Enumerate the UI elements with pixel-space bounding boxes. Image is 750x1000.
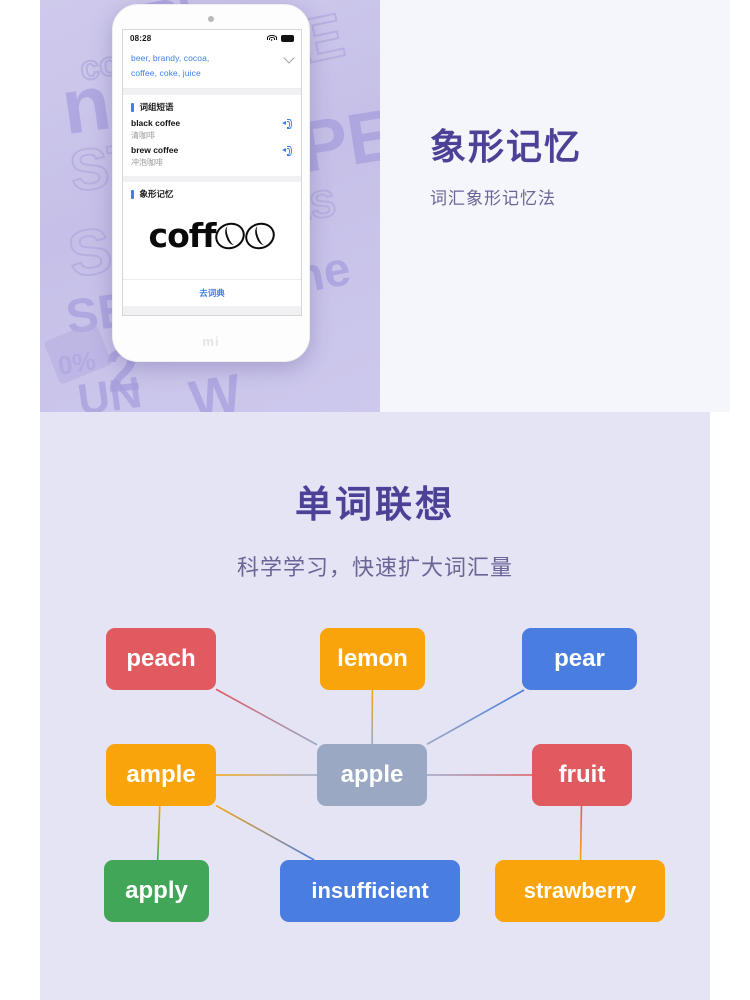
phrases-heading: 词组短语: [131, 101, 293, 113]
graph-node-label: lemon: [337, 645, 408, 672]
phrase-english: brew coffee: [131, 145, 179, 155]
graph-node-strawberry[interactable]: strawberry: [495, 860, 665, 922]
word-association-graph: peach lemon pear ample apple fruit apply insuff…: [40, 412, 710, 1000]
graph-node-label: insufficient: [311, 878, 429, 903]
phrases-heading-label: 词组短语: [139, 102, 174, 112]
graph-node-label: apply: [125, 877, 188, 904]
status-icons: [266, 34, 294, 42]
graph-node-fruit[interactable]: fruit: [532, 744, 632, 806]
graph-node-lemon[interactable]: lemon: [320, 628, 425, 690]
graph-node-ample[interactable]: ample: [106, 744, 216, 806]
phrase-chinese: 冲泡咖啡: [131, 158, 163, 167]
pictographic-headline-block: 象形记忆 词汇象形记忆法: [430, 118, 730, 209]
graph-node-apply[interactable]: apply: [104, 860, 209, 922]
coffee-word-prefix: coff: [148, 216, 217, 255]
graph-edge: [156, 805, 161, 861]
page-subtitle: 词汇象形记忆法: [430, 189, 556, 208]
graph-node-apple[interactable]: apple: [317, 744, 427, 806]
section-accent-bar: [131, 189, 134, 199]
graph-node-label: strawberry: [523, 878, 637, 903]
pictographic-heading: 象形记忆: [131, 188, 293, 200]
speaker-icon[interactable]: [282, 145, 293, 156]
phone-mockup: 08:28 beer, brandy, cocoa, coffee, coke,…: [112, 4, 310, 362]
coffee-bean-icon: [211, 218, 250, 253]
wifi-icon: [266, 34, 277, 42]
phrases-card: 词组短语 black coffee 清咖啡 brew coffee 冲泡咖啡: [123, 95, 301, 176]
mi-logo: mi: [202, 334, 220, 349]
section-word-association: 单词联想 科学学习，快速扩大词汇量 peach lemon pear ample app…: [40, 412, 710, 1000]
status-time: 08:28: [130, 33, 152, 43]
coffee-bean-icon: [241, 218, 280, 253]
graph-edge: [215, 688, 318, 746]
graph-node-label: peach: [126, 645, 196, 672]
related-words-line-1: beer, brandy, cocoa,: [131, 53, 210, 63]
section-accent-bar: [131, 102, 134, 112]
section-pictographic-memory: PL coas nu ST SAU SER 0% 2 UN W RE PPE F…: [40, 0, 730, 412]
pictographic-card: 象形记忆 coff: [123, 182, 301, 279]
phrase-chinese: 清咖啡: [131, 131, 155, 140]
phrase-row[interactable]: black coffee: [131, 118, 293, 129]
phrase-english: black coffee: [131, 118, 181, 128]
graph-node-pear[interactable]: pear: [522, 628, 637, 690]
graph-node-label: pear: [554, 645, 605, 672]
graph-node-label: apple: [340, 761, 404, 788]
graph-edge: [215, 804, 315, 861]
graph-node-insufficient[interactable]: insufficient: [280, 860, 460, 922]
graph-edge: [426, 689, 525, 745]
pattern-glyph: W: [185, 363, 246, 412]
phone-screen: 08:28 beer, brandy, cocoa, coffee, coke,…: [122, 29, 302, 316]
page-title: 象形记忆: [430, 126, 583, 167]
phrase-row[interactable]: brew coffee: [131, 145, 293, 156]
graph-node-label: fruit: [558, 761, 606, 788]
pictographic-word-coffee: coff: [131, 216, 293, 255]
phone-camera-icon: [208, 16, 214, 22]
battery-icon: [281, 34, 294, 42]
related-words-card[interactable]: beer, brandy, cocoa, coffee, coke, juice: [123, 46, 301, 89]
related-words-line-2: coffee, coke, juice: [131, 68, 201, 78]
graph-node-peach[interactable]: peach: [106, 628, 216, 690]
graph-node-label: ample: [126, 761, 196, 788]
speaker-icon[interactable]: [282, 118, 293, 129]
graph-edge: [579, 805, 583, 861]
status-bar: 08:28: [123, 30, 301, 46]
pictographic-heading-label: 象形记忆: [139, 189, 174, 199]
go-to-dictionary-button[interactable]: 去词典: [123, 279, 301, 306]
